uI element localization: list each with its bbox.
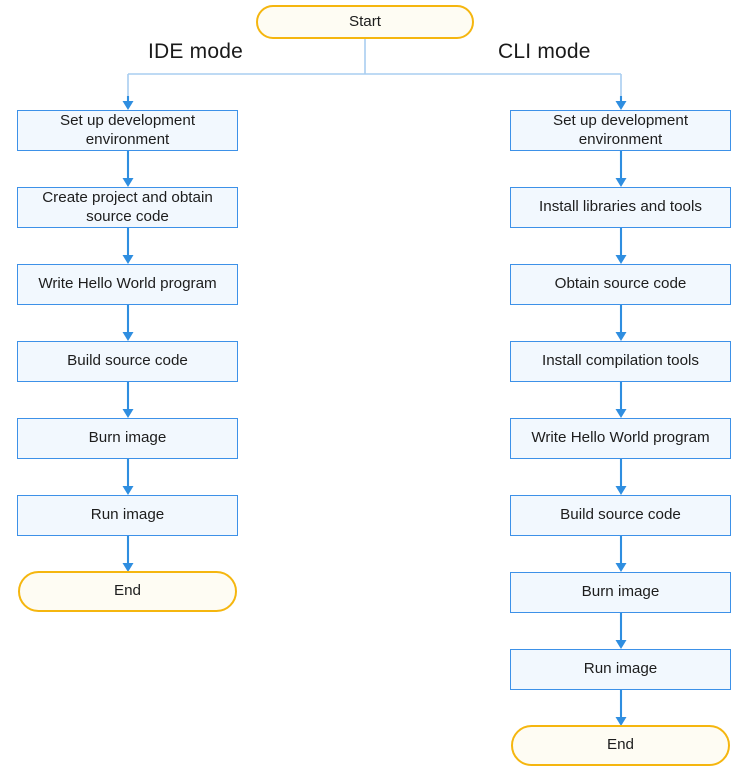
node-label: Install compilation tools [541,352,699,370]
process-node: Write Hello World program [17,264,238,305]
node-label: Build source code [560,506,681,524]
node-label: Burn image [581,583,660,601]
node-label: Write Hello World program [38,275,217,293]
node-label: Write Hello World program [531,429,710,447]
process-node: Run image [510,649,731,690]
process-node: Obtain source code [510,264,731,305]
column-heading-cli: CLI mode [498,40,591,63]
process-node: Build source code [510,495,731,536]
process-node: Run image [17,495,238,536]
node-label: Install libraries and tools [539,198,702,216]
node-label: End [113,582,142,600]
node-label: Run image [90,506,165,524]
node-label: End [606,736,635,754]
flowchart-canvas: Start IDE mode Set up development environm… [0,0,754,766]
process-node: Burn image [510,572,731,613]
node-label: Create project and obtain source code [42,188,213,225]
process-node: Install libraries and tools [510,187,731,228]
node-label: Set up development environment [552,111,689,148]
node-label: Obtain source code [554,275,687,293]
process-node: Install compilation tools [510,341,731,382]
process-node: Build source code [17,341,238,382]
process-node: Set up development environment [510,110,731,151]
node-label: Burn image [88,429,167,447]
process-node: Burn image [17,418,238,459]
start-node: Start [256,5,474,39]
node-label: Run image [583,660,658,678]
process-node: Set up development environment [17,110,238,151]
end-node: End [511,725,730,766]
process-node: Create project and obtain source code [17,187,238,228]
node-label: Start [348,12,382,30]
end-node: End [18,571,237,612]
process-node: Write Hello World program [510,418,731,459]
column-heading-ide: IDE mode [148,40,243,63]
node-label: Set up development environment [59,111,196,148]
node-label: Build source code [67,352,188,370]
